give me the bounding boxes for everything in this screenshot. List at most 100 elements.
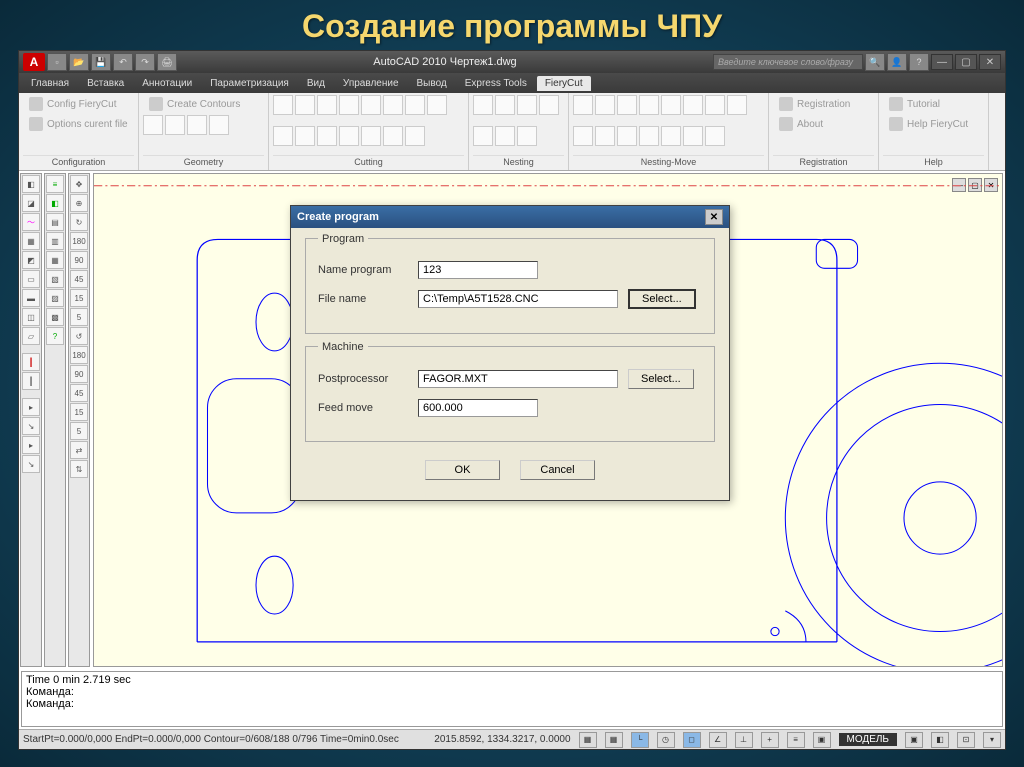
move-tool-icon[interactable] — [595, 95, 615, 115]
maximize-button[interactable]: ▢ — [955, 54, 977, 70]
move-tool-icon[interactable] — [661, 95, 681, 115]
tool-icon[interactable]: 〜 — [22, 213, 40, 231]
move-tool-icon[interactable] — [639, 126, 659, 146]
new-icon[interactable]: ▫ — [47, 53, 67, 71]
tool-icon[interactable]: ◪ — [22, 194, 40, 212]
config-fierycut-button[interactable]: Config FieryCut — [23, 95, 122, 113]
lwt-icon[interactable]: ≡ — [787, 732, 805, 748]
tool-icon[interactable]: ┃ — [22, 372, 40, 390]
move-tool-icon[interactable] — [573, 126, 593, 146]
tab-manage[interactable]: Управление — [335, 76, 407, 91]
geom-tool-icon[interactable] — [209, 115, 229, 135]
otrack-icon[interactable]: ∠ — [709, 732, 727, 748]
feed-move-input[interactable] — [418, 399, 538, 417]
cut-tool-icon[interactable] — [317, 95, 337, 115]
tool-icon[interactable]: 15 — [70, 403, 88, 421]
geom-tool-icon[interactable] — [187, 115, 207, 135]
nest-tool-icon[interactable] — [517, 126, 537, 146]
nest-tool-icon[interactable] — [495, 95, 515, 115]
tool-icon[interactable]: ┃ — [22, 353, 40, 371]
tool-icon[interactable]: ↺ — [70, 327, 88, 345]
move-tool-icon[interactable] — [683, 95, 703, 115]
cut-tool-icon[interactable] — [295, 95, 315, 115]
dialog-titlebar[interactable]: Create program ✕ — [291, 206, 729, 228]
dyn-icon[interactable]: + — [761, 732, 779, 748]
tool-icon[interactable]: ▬ — [22, 289, 40, 307]
app-logo-icon[interactable]: A — [23, 53, 45, 71]
help-icon[interactable]: ? — [909, 53, 929, 71]
name-program-input[interactable] — [418, 261, 538, 279]
minimize-button[interactable]: — — [931, 54, 953, 70]
cut-tool-icon[interactable] — [405, 126, 425, 146]
registration-button[interactable]: Registration — [773, 95, 856, 113]
nav-icon[interactable]: ⊡ — [957, 732, 975, 748]
tool-icon[interactable]: ▸ — [22, 398, 40, 416]
nest-tool-icon[interactable] — [473, 95, 493, 115]
tutorial-button[interactable]: Tutorial — [883, 95, 946, 113]
help-search-input[interactable]: Введите ключевое слово/фразу — [713, 54, 863, 70]
snap-icon[interactable]: ▦ — [579, 732, 597, 748]
tool-icon[interactable]: ▩ — [46, 308, 64, 326]
cut-tool-icon[interactable] — [273, 126, 293, 146]
tool-icon[interactable]: ▧ — [46, 270, 64, 288]
polar-icon[interactable]: ◷ — [657, 732, 675, 748]
cut-tool-icon[interactable] — [339, 126, 359, 146]
tool-icon[interactable]: 5 — [70, 308, 88, 326]
options-file-button[interactable]: Options curent file — [23, 115, 134, 133]
geom-tool-icon[interactable] — [143, 115, 163, 135]
tool-icon[interactable]: ◫ — [22, 308, 40, 326]
tool-icon[interactable]: 45 — [70, 270, 88, 288]
tool-icon[interactable]: ▥ — [46, 232, 64, 250]
undo-icon[interactable]: ↶ — [113, 53, 133, 71]
redo-icon[interactable]: ↷ — [135, 53, 155, 71]
tool-icon[interactable]: ≡ — [46, 175, 64, 193]
cut-tool-icon[interactable] — [427, 95, 447, 115]
grid-icon[interactable]: ▦ — [605, 732, 623, 748]
tool-icon[interactable]: ▸ — [22, 436, 40, 454]
tool-icon[interactable]: 90 — [70, 365, 88, 383]
cut-tool-icon[interactable] — [405, 95, 425, 115]
osnap-icon[interactable]: ◻ — [683, 732, 701, 748]
user-icon[interactable]: 👤 — [887, 53, 907, 71]
post-select-button[interactable]: Select... — [628, 369, 694, 389]
tool-icon[interactable]: ↘ — [22, 455, 40, 473]
nav-icon[interactable]: ▾ — [983, 732, 1001, 748]
tool-icon[interactable]: ? — [46, 327, 64, 345]
search-icon[interactable]: 🔍 — [865, 53, 885, 71]
move-tool-icon[interactable] — [705, 126, 725, 146]
tool-icon[interactable]: 15 — [70, 289, 88, 307]
dialog-close-button[interactable]: ✕ — [705, 209, 723, 225]
tab-annotate[interactable]: Аннотации — [134, 76, 200, 91]
save-icon[interactable]: 💾 — [91, 53, 111, 71]
tool-icon[interactable]: ▦ — [46, 251, 64, 269]
about-button[interactable]: About — [773, 115, 829, 133]
tool-icon[interactable]: ↻ — [70, 213, 88, 231]
cut-tool-icon[interactable] — [361, 126, 381, 146]
close-button[interactable]: ✕ — [979, 54, 1001, 70]
ortho-icon[interactable]: └ — [631, 732, 649, 748]
cancel-button[interactable]: Cancel — [520, 460, 595, 480]
tool-icon[interactable]: 180 — [70, 346, 88, 364]
move-tool-icon[interactable] — [705, 95, 725, 115]
model-tab[interactable]: МОДЕЛЬ — [839, 733, 897, 746]
move-tool-icon[interactable] — [595, 126, 615, 146]
tab-parametric[interactable]: Параметризация — [202, 76, 297, 91]
layout-icon[interactable]: ▣ — [905, 732, 923, 748]
tool-icon[interactable]: ⇅ — [70, 460, 88, 478]
cut-tool-icon[interactable] — [383, 95, 403, 115]
print-icon[interactable]: 🖨 — [157, 53, 177, 71]
tool-icon[interactable]: ◩ — [22, 251, 40, 269]
move-tool-icon[interactable] — [727, 95, 747, 115]
move-tool-icon[interactable] — [617, 126, 637, 146]
tool-icon[interactable]: ◧ — [46, 194, 64, 212]
tab-express[interactable]: Express Tools — [457, 76, 535, 91]
open-icon[interactable]: 📂 — [69, 53, 89, 71]
tool-icon[interactable]: 45 — [70, 384, 88, 402]
tab-output[interactable]: Вывод — [409, 76, 455, 91]
tab-view[interactable]: Вид — [299, 76, 333, 91]
tool-icon[interactable]: 90 — [70, 251, 88, 269]
create-contours-button[interactable]: Create Contours — [143, 95, 246, 113]
cut-tool-icon[interactable] — [383, 126, 403, 146]
cut-tool-icon[interactable] — [339, 95, 359, 115]
help-fierycut-button[interactable]: Help FieryCut — [883, 115, 974, 133]
